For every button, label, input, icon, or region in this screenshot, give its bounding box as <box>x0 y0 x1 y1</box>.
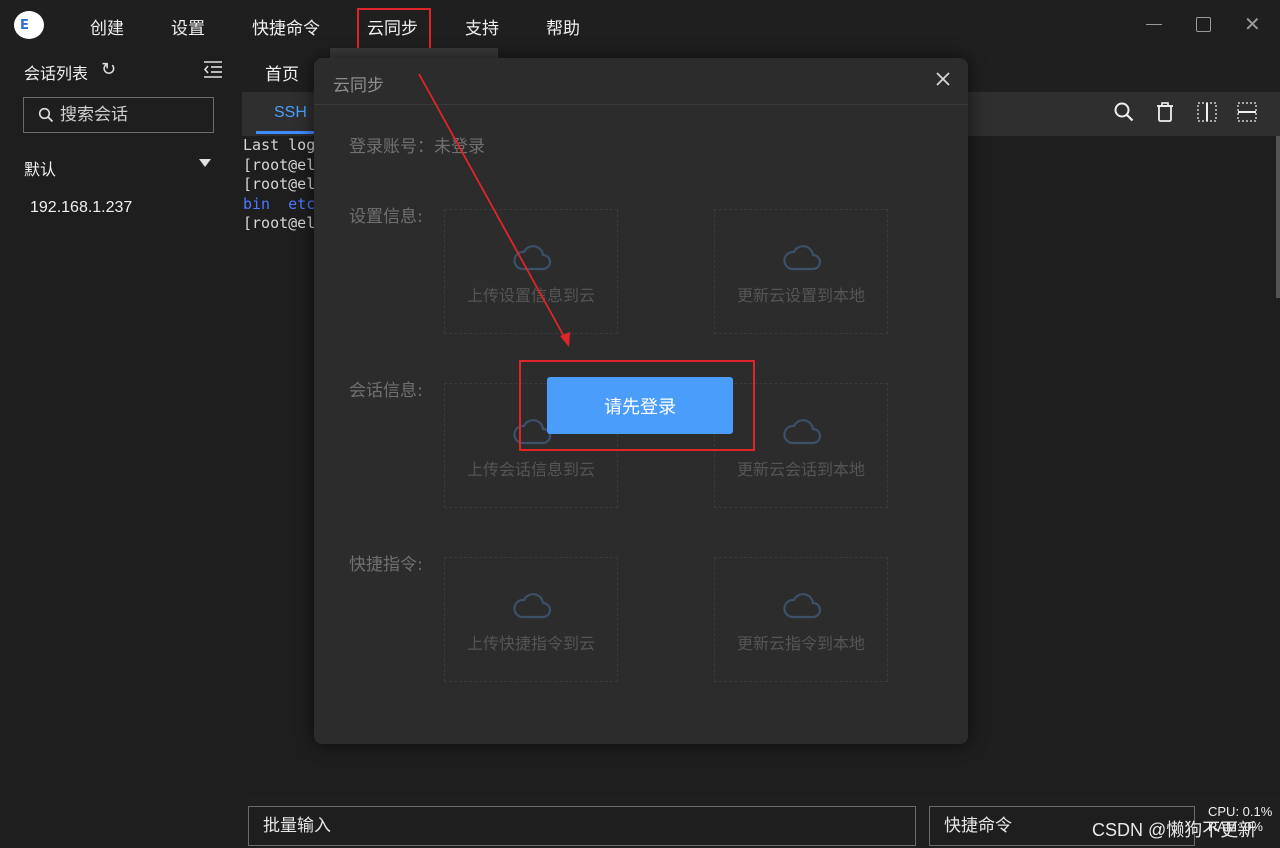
cloud-icon <box>783 593 822 619</box>
menu-quick-commands[interactable]: 快捷命令 <box>252 14 320 39</box>
tab-home[interactable]: 首页 <box>265 60 299 85</box>
tab-strip <box>330 48 498 58</box>
app-logo: E <box>14 11 44 39</box>
menu-highlight-box <box>357 8 431 52</box>
dialog-title: 云同步 <box>333 76 384 96</box>
session-list-title: 会话列表 <box>24 64 89 83</box>
watermark: CSDN @懒狗不更新 <box>1092 820 1257 840</box>
terminal-scrollbar[interactable] <box>1276 136 1280 298</box>
session-group-default[interactable]: 默认 <box>24 156 56 180</box>
card-label: 上传设置信息到云 <box>466 286 595 305</box>
trash-icon[interactable] <box>1154 101 1176 123</box>
collapse-sidebar-icon[interactable] <box>203 60 223 78</box>
card-label: 更新云会话到本地 <box>736 460 865 479</box>
active-tab-indicator <box>256 131 318 134</box>
menu-settings[interactable]: 设置 <box>171 14 205 39</box>
menu-support[interactable]: 支持 <box>465 14 499 39</box>
card-label: 更新云指令到本地 <box>736 634 865 653</box>
split-vertical-icon[interactable] <box>1196 101 1218 123</box>
menu-help[interactable]: 帮助 <box>546 14 580 39</box>
account-status: 登录账号：未登录 <box>349 137 485 157</box>
update-commands-card[interactable]: 更新云指令到本地 <box>714 557 888 682</box>
sessions-label: 会话信息: <box>349 381 423 401</box>
cloud-icon <box>783 245 822 271</box>
chevron-down-icon[interactable] <box>199 159 211 167</box>
bulk-input[interactable] <box>263 816 863 836</box>
login-highlight-box <box>519 360 755 451</box>
update-settings-card[interactable]: 更新云设置到本地 <box>714 209 888 334</box>
bulk-input-box[interactable] <box>248 806 916 846</box>
minimize-icon[interactable] <box>1146 24 1162 25</box>
upload-commands-card[interactable]: 上传快捷指令到云 <box>444 557 618 682</box>
split-horizontal-icon[interactable] <box>1236 101 1258 123</box>
refresh-icon[interactable]: ↻ <box>101 59 116 80</box>
close-icon[interactable]: ✕ <box>1244 12 1261 36</box>
cloud-icon <box>783 419 822 445</box>
cloud-icon <box>513 593 552 619</box>
search-icon[interactable] <box>1113 101 1135 123</box>
maximize-icon[interactable] <box>1196 17 1211 32</box>
cloud-icon <box>513 245 552 271</box>
search-input[interactable] <box>60 103 210 127</box>
session-search[interactable] <box>23 97 214 133</box>
search-icon <box>38 107 54 123</box>
card-label: 上传会话信息到云 <box>466 460 595 479</box>
sidebar: 会话列表 ↻ 默认 192.168.1.237 <box>0 50 242 848</box>
tab-ssh[interactable]: SSH <box>274 104 307 122</box>
session-host-item[interactable]: 192.168.1.237 <box>30 199 132 217</box>
card-label: 更新云设置到本地 <box>736 286 865 305</box>
settings-label: 设置信息: <box>349 207 423 227</box>
upload-settings-card[interactable]: 上传设置信息到云 <box>444 209 618 334</box>
menubar: E 创建 设置 快捷命令 云同步 支持 帮助 ✕ <box>0 0 1280 52</box>
dialog-header: 云同步 <box>314 58 968 105</box>
commands-label: 快捷指令: <box>349 555 423 575</box>
menu-create[interactable]: 创建 <box>90 14 124 39</box>
close-icon[interactable] <box>934 70 952 88</box>
card-label: 上传快捷指令到云 <box>466 634 595 653</box>
